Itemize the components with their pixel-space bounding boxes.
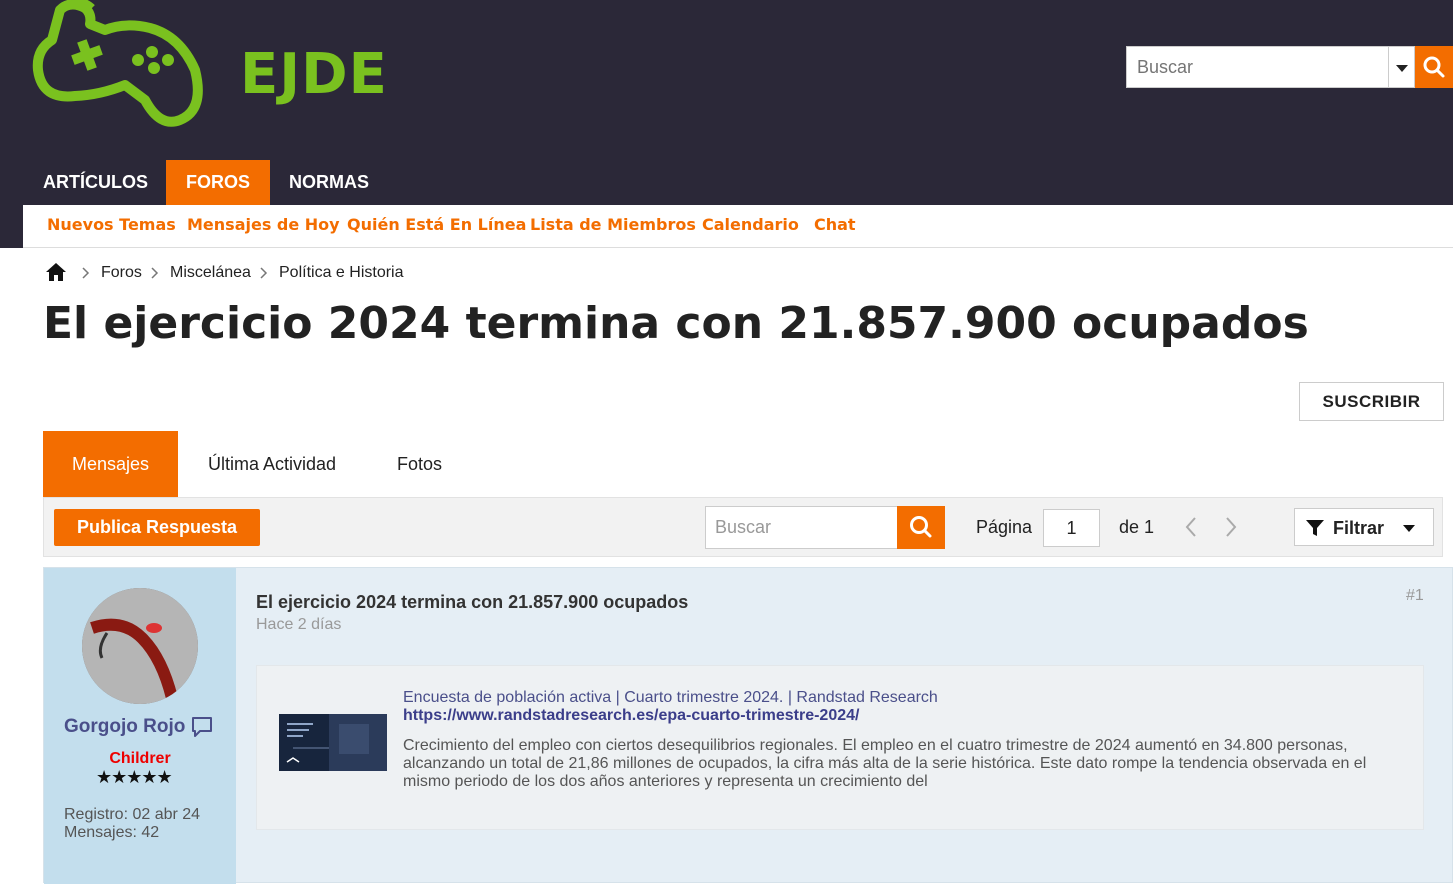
page-total: de 1 — [1119, 517, 1155, 537]
thread-search-button[interactable] — [897, 506, 945, 549]
thread-search-input[interactable]: Buscar — [705, 506, 898, 549]
post-date[interactable]: Hace 2 días — [256, 616, 341, 634]
chevron-right-icon — [82, 267, 90, 279]
nav-tab-normas[interactable]: NORMAS — [269, 160, 389, 205]
search-icon — [1423, 56, 1445, 78]
tab-ultima-actividad[interactable]: Última Actividad — [179, 431, 365, 497]
author-registered: Registro: 02 abr 24 — [64, 806, 201, 823]
avatar[interactable] — [82, 588, 198, 704]
home-icon[interactable] — [45, 262, 67, 282]
breadcrumb-miscelanea[interactable]: Miscelánea — [170, 264, 251, 282]
chevron-right-icon — [260, 267, 268, 279]
author-message-count: Mensajes: 42 — [64, 824, 160, 841]
subnav-mensajes-de-hoy[interactable]: Mensajes de Hoy — [187, 205, 340, 245]
header-search — [1126, 46, 1453, 88]
page-title: El ejercicio 2024 termina con 21.857.900… — [43, 298, 1309, 349]
author-rank: Childrer — [109, 750, 171, 767]
subnav-quien-esta-en-linea[interactable]: Quién Está En Línea — [347, 205, 526, 245]
header-search-button[interactable] — [1415, 46, 1453, 88]
nav-tab-foros[interactable]: FOROS — [166, 160, 271, 205]
search-icon — [910, 516, 932, 538]
sub-nav: Nuevos Temas Mensajes de Hoy Quién Está … — [23, 205, 1453, 248]
post-number[interactable]: #1 — [1406, 587, 1424, 605]
post-author-panel: Gorgojo Rojo Childrer ★★★★★ Registro: 02… — [44, 568, 236, 884]
gamepad-logo-icon — [32, 0, 203, 127]
chevron-right-icon[interactable] — [1224, 516, 1238, 538]
tab-fotos[interactable]: Fotos — [368, 431, 471, 497]
post-reply-button[interactable]: Publica Respuesta — [54, 509, 260, 546]
author-info: Registro: 02 abr 24 Mensajes: 42 — [64, 806, 200, 842]
subnav-chat[interactable]: Chat — [814, 205, 856, 245]
page-number-input[interactable]: 1 — [1043, 509, 1100, 547]
subnav-lista-de-miembros[interactable]: Lista de Miembros — [530, 205, 696, 245]
subnav-calendario[interactable]: Calendario — [702, 205, 799, 245]
chevron-right-icon — [151, 267, 159, 279]
thread-search: Buscar — [705, 506, 945, 549]
author-stars: ★★★★★ — [96, 767, 173, 787]
filter-label: Filtrar — [1333, 518, 1385, 538]
link-preview-thumbnail[interactable] — [279, 714, 387, 771]
link-preview[interactable]: Encuesta de población activa | Cuarto tr… — [256, 665, 1424, 830]
page-label: Página — [976, 517, 1033, 537]
filter-icon — [1306, 520, 1324, 536]
tab-mensajes[interactable]: Mensajes — [43, 431, 179, 497]
subnav-nuevos-temas[interactable]: Nuevos Temas — [47, 205, 176, 245]
breadcrumb-politica-e-historia[interactable]: Política e Historia — [279, 264, 404, 282]
post-card: Gorgojo Rojo Childrer ★★★★★ Registro: 02… — [43, 567, 1453, 884]
subscribe-button[interactable]: SUSCRIBIR — [1299, 382, 1444, 421]
site-logo[interactable]: EJDE — [30, 0, 387, 130]
breadcrumb-foros[interactable]: Foros — [101, 264, 142, 282]
header-search-input[interactable] — [1126, 46, 1389, 88]
search-options-dropdown[interactable] — [1388, 46, 1415, 88]
post-title: El ejercicio 2024 termina con 21.857.900… — [256, 592, 689, 612]
caret-down-icon — [1403, 525, 1415, 532]
filter-button[interactable]: Filtrar — [1294, 508, 1434, 546]
link-preview-title[interactable]: Encuesta de población activa | Cuarto tr… — [403, 689, 938, 707]
author-name[interactable]: Gorgojo Rojo — [64, 716, 185, 738]
message-icon[interactable] — [191, 716, 213, 738]
logo-text: EJDE — [240, 42, 388, 107]
caret-down-icon — [1396, 65, 1408, 72]
nav-tab-articulos[interactable]: ARTÍCULOS — [23, 160, 168, 205]
link-preview-description: Crecimiento del empleo con ciertos deseq… — [403, 737, 1367, 790]
chevron-left-icon[interactable] — [1184, 516, 1198, 538]
thread-toolbar: Publica Respuesta Buscar Página 1 de 1 F… — [43, 497, 1443, 557]
link-preview-url[interactable]: https://www.randstadresearch.es/epa-cuar… — [403, 707, 859, 725]
